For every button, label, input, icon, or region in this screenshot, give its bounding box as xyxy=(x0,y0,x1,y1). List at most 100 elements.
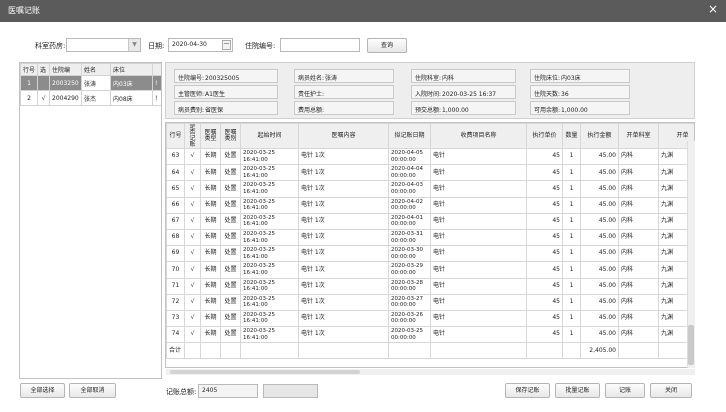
order-dept: 内科 xyxy=(618,147,659,166)
order-row[interactable]: 70 √ 长期 处置 2020-03-25 16:41:00 电针 1次 2020-03-2… xyxy=(166,261,694,279)
recorded-check[interactable]: √ xyxy=(184,245,201,263)
patient-row[interactable]: 1 2003250 张涛 内03床 ! xyxy=(20,75,161,91)
start-time: 2020-03-25 16:41:00 xyxy=(240,147,299,166)
batch-record-button[interactable]: 批量记账 xyxy=(555,383,600,398)
dept-field: 住院科室:内科 xyxy=(411,69,516,83)
unit-price: 45 xyxy=(526,309,563,328)
item-name: 电针 xyxy=(430,293,527,311)
row-no: 71 xyxy=(166,277,185,295)
cancel-all-button[interactable]: 全部取消 xyxy=(69,383,116,398)
order-content: 电针 1次 xyxy=(298,147,389,166)
total-cell xyxy=(240,342,299,360)
order-category: 处置 xyxy=(220,147,241,166)
record-button[interactable]: 记账 xyxy=(605,383,645,398)
col-start-time: 起始时间 xyxy=(240,123,299,149)
dept-select[interactable]: ▼ xyxy=(66,38,141,52)
item-name: 电针 xyxy=(430,245,527,263)
order-category: 处置 xyxy=(220,245,241,263)
query-button[interactable]: 查询 xyxy=(367,38,407,53)
total-cell xyxy=(200,342,221,360)
record-date: 2020-03-25 00:00:00 xyxy=(388,326,431,344)
row-no: 72 xyxy=(166,293,185,311)
quantity: 1 xyxy=(562,261,581,279)
amount: 45.00 xyxy=(580,309,619,328)
date-input[interactable]: 2020-04-30 xyxy=(168,38,233,52)
recorded-check[interactable]: √ xyxy=(184,326,201,344)
recorded-check[interactable]: √ xyxy=(184,212,201,230)
horizontal-scrollbar-thumb[interactable] xyxy=(170,370,360,374)
record-date: 2020-03-27 00:00:00 xyxy=(388,293,431,311)
record-date: 2020-04-05 00:00:00 xyxy=(388,147,431,166)
patient-row[interactable]: 2 √ 2004290 张杰 内08床 ! xyxy=(20,90,161,106)
col-unit-price: 执行单价 xyxy=(526,123,563,149)
recorded-check[interactable]: √ xyxy=(184,228,201,247)
close-icon[interactable]: × xyxy=(708,3,718,15)
item-name: 电针 xyxy=(430,309,527,328)
quantity: 1 xyxy=(562,180,581,198)
scrollbar-thumb[interactable] xyxy=(688,325,694,365)
order-content: 电针 1次 xyxy=(298,180,389,198)
col-record-date: 拟记账日期 xyxy=(388,123,431,149)
recorded-check[interactable]: √ xyxy=(184,277,201,295)
total-fee-label: 费用总额: xyxy=(298,107,325,114)
select-checkbox[interactable] xyxy=(37,75,50,91)
recorded-check[interactable]: √ xyxy=(184,309,201,328)
save-record-button[interactable]: 保存记账 xyxy=(505,383,550,398)
order-row[interactable]: 74 √ 长期 处置 2020-03-25 16:41:00 电针 1次 2020-03-2… xyxy=(166,326,694,344)
admit-time-value: 2020-03-25 16:37 xyxy=(442,91,497,98)
order-row[interactable]: 71 √ 长期 处置 2020-03-25 16:41:00 电针 1次 2020-03-2… xyxy=(166,277,694,295)
days-label: 住院天数: xyxy=(534,91,561,98)
admission-no-label: 住院编号: xyxy=(178,75,205,82)
amount: 45.00 xyxy=(580,196,619,214)
item-name: 电针 xyxy=(430,196,527,214)
patient-list-header: 行号 选 住院编 姓名 床位 xyxy=(20,63,161,76)
order-grid: 行号 是否记账 医嘱类型 医嘱类别 起始时间 医嘱内容 拟记账日期 收费项目名称… xyxy=(165,122,695,368)
recorded-check[interactable]: √ xyxy=(184,196,201,214)
order-row[interactable]: 72 √ 长期 处置 2020-03-25 16:41:00 电针 1次 2020-03-2… xyxy=(166,293,694,311)
recorded-check[interactable]: √ xyxy=(184,164,201,182)
record-total-field: 2405 xyxy=(198,384,258,398)
date-value: 2020-04-30 xyxy=(172,41,207,48)
start-time: 2020-03-25 16:41:00 xyxy=(240,245,299,263)
select-checkbox[interactable]: √ xyxy=(37,90,50,106)
recorded-check[interactable]: √ xyxy=(184,180,201,198)
recorded-check[interactable]: √ xyxy=(184,293,201,311)
chevron-down-icon[interactable]: ▼ xyxy=(128,39,140,51)
order-category: 处置 xyxy=(220,180,241,198)
amount: 45.00 xyxy=(580,293,619,311)
recorded-check[interactable]: √ xyxy=(184,261,201,279)
order-row[interactable]: 63 √ 长期 处置 2020-03-25 16:41:00 电针 1次 2020-04-0… xyxy=(166,147,694,166)
order-row[interactable]: 67 √ 长期 处置 2020-03-25 16:41:00 电针 1次 2020-04-0… xyxy=(166,212,694,230)
col-dept: 开单科室 xyxy=(618,123,659,149)
admission-no-value: 200325005 xyxy=(205,75,240,82)
admission-input[interactable] xyxy=(280,38,360,52)
order-type: 长期 xyxy=(200,326,221,344)
bed-field: 住院床位:内03床 xyxy=(530,69,630,83)
order-row[interactable]: 69 √ 长期 处置 2020-03-25 16:41:00 电针 1次 2020-03-3… xyxy=(166,245,694,263)
total-cell xyxy=(526,342,563,360)
row-no: 68 xyxy=(166,228,185,247)
order-row[interactable]: 66 √ 长期 处置 2020-03-25 16:41:00 电针 1次 2020-04-0… xyxy=(166,196,694,214)
order-row[interactable]: 68 √ 长期 处置 2020-03-25 16:41:00 电针 1次 2020-03-3… xyxy=(166,228,694,247)
days-value: 36 xyxy=(561,91,569,98)
record-date: 2020-03-30 00:00:00 xyxy=(388,245,431,263)
total-cell xyxy=(220,342,241,360)
recorded-check[interactable]: √ xyxy=(184,147,201,166)
admit-time-label: 入院时间: xyxy=(415,91,442,98)
col-item-name: 收费项目名称 xyxy=(430,123,527,149)
order-row[interactable]: 64 √ 长期 处置 2020-03-25 16:41:00 电针 1次 2020-04-0… xyxy=(166,164,694,182)
start-time: 2020-03-25 16:41:00 xyxy=(240,212,299,230)
order-content: 电针 1次 xyxy=(298,245,389,263)
total-fee-field: 费用总额: xyxy=(294,101,394,115)
order-row[interactable]: 73 √ 长期 处置 2020-03-25 16:41:00 电针 1次 2020-03-2… xyxy=(166,309,694,328)
order-row[interactable]: 65 √ 长期 处置 2020-03-25 16:41:00 电针 1次 2020-04-0… xyxy=(166,180,694,198)
category-value: 省医保 xyxy=(205,107,224,114)
unit-price: 45 xyxy=(526,212,563,230)
order-type: 长期 xyxy=(200,293,221,311)
admission-no-field: 住院编号:200325005 xyxy=(174,69,278,83)
quantity: 1 xyxy=(562,212,581,230)
select-all-button[interactable]: 全部选择 xyxy=(20,383,65,398)
calendar-icon[interactable] xyxy=(222,40,231,50)
patient-name: 张杰 xyxy=(81,90,111,106)
close-button[interactable]: 关闭 xyxy=(650,383,692,398)
